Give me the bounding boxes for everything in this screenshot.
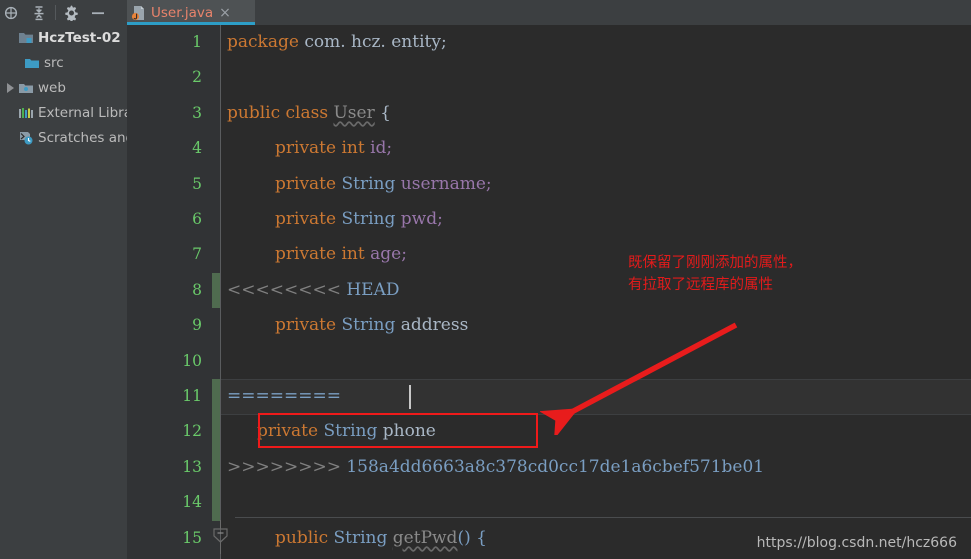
project-toolbar (0, 0, 127, 25)
type-string: String (341, 209, 396, 229)
code-line-8-conflict-head: <<<<<<<< HEAD (227, 273, 400, 308)
code-line-1: package com. hcz. entity; (227, 25, 447, 60)
editor-tab-strip: User.java × (127, 0, 971, 25)
annotation-note-line-1: 既保留了刚刚添加的属性， (628, 255, 802, 271)
package-name: com. hcz. entity; (298, 32, 447, 52)
code-line-5: private String username; (275, 167, 492, 202)
chevron-right-icon[interactable] (4, 81, 17, 94)
line-number: 8 (192, 280, 202, 299)
line-number: 7 (192, 245, 202, 264)
type-string: String (341, 173, 396, 194)
keyword-public: public (275, 527, 329, 548)
merge-marker-ours: <<<<<<<< (227, 279, 341, 300)
vcs-change-marker[interactable] (212, 273, 220, 309)
class-name: User (333, 102, 375, 123)
toolbar-divider (55, 5, 56, 20)
project-tree-panel[interactable]: HczTest-02 src web External Libra Scratc… (0, 25, 127, 559)
sidebar-item-hcztest-02[interactable]: HczTest-02 (0, 25, 127, 50)
field-username: username; (400, 173, 492, 194)
code-line-3: public class User { (227, 96, 391, 131)
merge-marker-separator: ======== (227, 386, 341, 406)
annotation-arrow (540, 322, 738, 435)
line-number: 15 (182, 528, 202, 547)
line-number: 5 (192, 174, 202, 193)
collapse-all-icon[interactable] (26, 0, 52, 25)
settings-gear-icon[interactable] (59, 0, 85, 25)
keyword-private: private (275, 209, 337, 229)
type-int: int (341, 138, 365, 159)
ide-window: HczTest-02 src web External Libra Scratc… (0, 0, 971, 559)
keyword-private: private (275, 138, 337, 159)
line-number: 9 (192, 316, 202, 335)
tab-filename: User.java (151, 4, 214, 21)
close-icon[interactable]: × (219, 6, 231, 20)
line-number: 1 (192, 33, 202, 51)
code-line-6: private String pwd; (275, 202, 443, 237)
sidebar-item-label: Scratches and (38, 129, 127, 146)
line-number: 2 (192, 68, 202, 87)
code-line-4: private int id; (275, 131, 392, 166)
watermark-url: https://blog.csdn.net/hcz666 (756, 535, 957, 551)
field-address: address (400, 315, 469, 336)
keyword-private: private (275, 315, 337, 336)
sidebar-item-src[interactable]: src (0, 50, 127, 75)
line-number: 6 (192, 210, 202, 228)
project-folder-icon (18, 30, 34, 46)
minimize-icon[interactable] (85, 0, 111, 25)
source-folder-icon (24, 55, 40, 71)
keyword-package: package (227, 32, 299, 52)
merge-label-head: HEAD (346, 279, 400, 300)
line-number: 3 (192, 103, 202, 122)
text-caret (409, 385, 411, 409)
code-text-area[interactable]: package com. hcz. entity; public class U… (221, 25, 971, 559)
open-brace: { (374, 102, 391, 123)
sidebar-item-label: src (44, 54, 64, 71)
method-separator (235, 517, 971, 518)
sidebar-item-external-libraries[interactable]: External Libra (0, 100, 127, 125)
sidebar-item-label: web (38, 79, 66, 96)
code-line-7: private int age; (275, 237, 407, 272)
keyword-public-class: public class (227, 102, 329, 123)
web-folder-icon (18, 80, 34, 96)
code-line-15: public String getPwd() { (275, 521, 487, 556)
field-pwd: pwd; (400, 209, 443, 229)
tab-user-java[interactable]: User.java × (127, 0, 255, 25)
type-int: int (341, 244, 365, 265)
annotation-highlight-box (258, 413, 538, 448)
annotation-note-line-2: 有拉取了远程库的属性 (628, 277, 773, 293)
merge-commit-hash: 158a4dd6663a8c378cd0cc17de1a6cbef571be01 (346, 456, 765, 477)
type-string: String (341, 315, 396, 336)
keyword-private: private (275, 173, 337, 194)
line-number: 14 (182, 493, 202, 512)
line-number: 11 (182, 387, 202, 405)
sidebar-item-label: External Libra (38, 104, 127, 121)
sidebar-item-label: HczTest-02 (38, 29, 121, 46)
vcs-change-marker[interactable] (212, 379, 220, 521)
libraries-icon (18, 105, 34, 121)
type-string: String (333, 527, 388, 548)
line-number: 10 (182, 351, 202, 370)
code-line-9: private String address (275, 308, 468, 343)
method-getpwd: getPwd (392, 527, 458, 548)
merge-marker-theirs: >>>>>>>> (227, 456, 341, 477)
scratches-icon (18, 130, 34, 146)
keyword-private: private (275, 244, 337, 265)
code-editor[interactable]: 1 2 3 4 5 6 7 8 9 10 11 12 13 14 15 pack… (127, 25, 971, 559)
java-class-icon (131, 5, 147, 21)
field-age: age; (370, 244, 407, 265)
code-line-11-conflict-separator: ======== (227, 379, 341, 414)
field-id: id; (370, 138, 393, 159)
sidebar-item-scratches[interactable]: Scratches and (0, 125, 127, 150)
line-number: 13 (182, 457, 202, 476)
line-number: 12 (182, 422, 202, 441)
code-line-13-conflict-theirs: >>>>>>>> 158a4dd6663a8c378cd0cc17de1a6cb… (227, 450, 764, 485)
line-number: 4 (192, 139, 202, 158)
sidebar-item-web[interactable]: web (0, 75, 127, 100)
method-parens: () { (457, 527, 487, 548)
locate-icon[interactable] (0, 0, 26, 25)
